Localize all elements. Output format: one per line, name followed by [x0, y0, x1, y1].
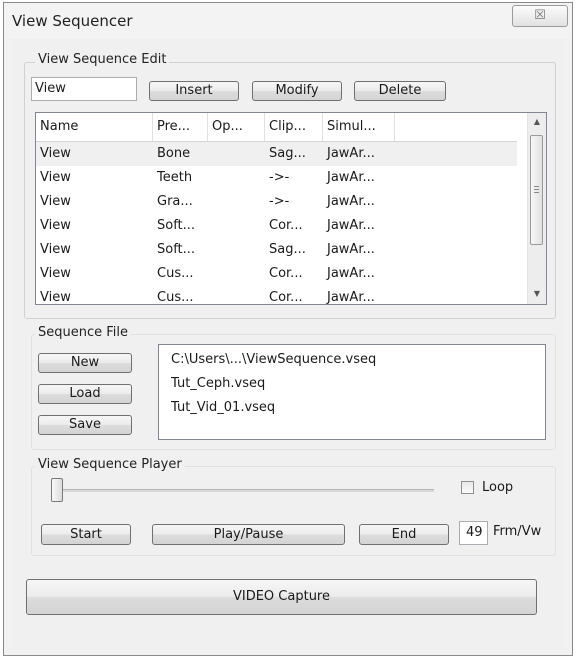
cell-preset: Teeth: [157, 170, 193, 185]
cell-clip: Sag...: [269, 242, 306, 257]
list-rows: View Bone Sag... JawAr... View Teeth ->-…: [36, 142, 517, 305]
cell-clip: ->-: [269, 194, 290, 209]
column-header-name[interactable]: Name: [36, 113, 153, 141]
cell-options: [208, 214, 265, 238]
cell-simulation: JawAr...: [327, 290, 375, 305]
cell-preset: Bone: [157, 146, 191, 161]
new-file-button[interactable]: New: [38, 353, 132, 373]
load-file-button[interactable]: Load: [38, 384, 132, 404]
view-sequence-player-label: View Sequence Player: [35, 457, 185, 472]
cell-name: View: [40, 194, 71, 209]
cell-name: View: [40, 218, 71, 233]
cell-options: [208, 238, 265, 262]
cell-preset: Soft...: [157, 218, 196, 233]
cell-simulation: JawAr...: [327, 266, 375, 281]
loop-label[interactable]: Loop: [482, 480, 513, 495]
cell-name: View: [40, 170, 71, 185]
list-row[interactable]: View Soft... Cor... JawAr...: [36, 214, 517, 238]
cell-preset: Cus...: [157, 290, 194, 305]
grip-line: [534, 186, 539, 187]
loop-checkbox[interactable]: [461, 481, 474, 494]
view-sequence-list[interactable]: Name Pre... Op... Clip... Simul... View …: [35, 112, 547, 305]
cell-clip: Cor...: [269, 290, 303, 305]
sequence-file-label: Sequence File: [35, 325, 132, 340]
save-file-button[interactable]: Save: [38, 415, 132, 435]
list-row[interactable]: View Teeth ->- JawAr...: [36, 166, 517, 190]
list-vertical-scrollbar[interactable]: ▲ ▼: [527, 113, 546, 304]
cell-clip: Cor...: [269, 218, 303, 233]
view-name-input[interactable]: View: [31, 77, 137, 101]
frames-per-view-unit: Frm/Vw: [493, 524, 542, 539]
cell-options: [208, 286, 265, 304]
cell-options: [208, 190, 265, 214]
scrollbar-thumb[interactable]: [530, 135, 543, 245]
file-list-item[interactable]: Tut_Ceph.vseq: [171, 376, 265, 391]
cell-clip: ->-: [269, 170, 290, 185]
play-pause-button[interactable]: Play/Pause: [152, 524, 345, 545]
cell-preset: Gra...: [157, 194, 193, 209]
cell-name: View: [40, 290, 71, 305]
column-header-clip[interactable]: Clip...: [265, 113, 323, 141]
close-button[interactable]: ☒: [512, 5, 568, 27]
list-header: Name Pre... Op... Clip... Simul...: [36, 113, 517, 142]
cell-options: [208, 142, 265, 166]
scroll-down-arrow-icon[interactable]: ▼: [528, 285, 546, 302]
list-row[interactable]: View Bone Sag... JawAr...: [36, 142, 517, 166]
cell-name: View: [40, 146, 71, 161]
cell-options: [208, 262, 265, 286]
grip-line: [534, 192, 539, 193]
start-button[interactable]: Start: [41, 524, 131, 545]
file-list-item[interactable]: Tut_Vid_01.vseq: [171, 400, 275, 415]
column-header-preset[interactable]: Pre...: [153, 113, 208, 141]
frames-per-view-input[interactable]: 49: [459, 521, 488, 545]
playback-slider-thumb[interactable]: [51, 478, 63, 502]
list-row[interactable]: View Cus... Cor... JawAr...: [36, 262, 517, 286]
window-title: View Sequencer: [12, 12, 133, 30]
cell-preset: Cus...: [157, 266, 194, 281]
cell-options: [208, 166, 265, 190]
column-header-simulation[interactable]: Simul...: [323, 113, 395, 141]
cell-simulation: JawAr...: [327, 170, 375, 185]
playback-slider-track[interactable]: [56, 489, 434, 492]
delete-button[interactable]: Delete: [354, 81, 446, 101]
modify-button[interactable]: Modify: [252, 81, 342, 101]
cell-clip: Sag...: [269, 146, 306, 161]
cell-simulation: JawAr...: [327, 194, 375, 209]
scroll-up-arrow-icon[interactable]: ▲: [528, 113, 546, 130]
sequence-file-list[interactable]: C:\Users\...\ViewSequence.vseq Tut_Ceph.…: [158, 344, 546, 440]
cell-simulation: JawAr...: [327, 242, 375, 257]
file-list-item[interactable]: C:\Users\...\ViewSequence.vseq: [171, 352, 376, 367]
insert-button[interactable]: Insert: [149, 81, 239, 101]
view-sequence-edit-label: View Sequence Edit: [35, 52, 170, 67]
video-capture-button[interactable]: VIDEO Capture: [26, 579, 537, 615]
list-row[interactable]: View Cus... Cor... JawAr...: [36, 286, 517, 305]
cell-simulation: JawAr...: [327, 146, 375, 161]
title-bar: View Sequencer ☒: [4, 3, 572, 39]
column-header-options[interactable]: Op...: [208, 113, 265, 141]
cell-preset: Soft...: [157, 242, 196, 257]
cell-clip: Cor...: [269, 266, 303, 281]
close-icon: ☒: [534, 8, 546, 23]
cell-name: View: [40, 242, 71, 257]
grip-line: [534, 189, 539, 190]
list-row[interactable]: View Gra... ->- JawAr...: [36, 190, 517, 214]
list-row[interactable]: View Soft... Sag... JawAr...: [36, 238, 517, 262]
end-button[interactable]: End: [359, 524, 449, 545]
cell-simulation: JawAr...: [327, 218, 375, 233]
cell-name: View: [40, 266, 71, 281]
